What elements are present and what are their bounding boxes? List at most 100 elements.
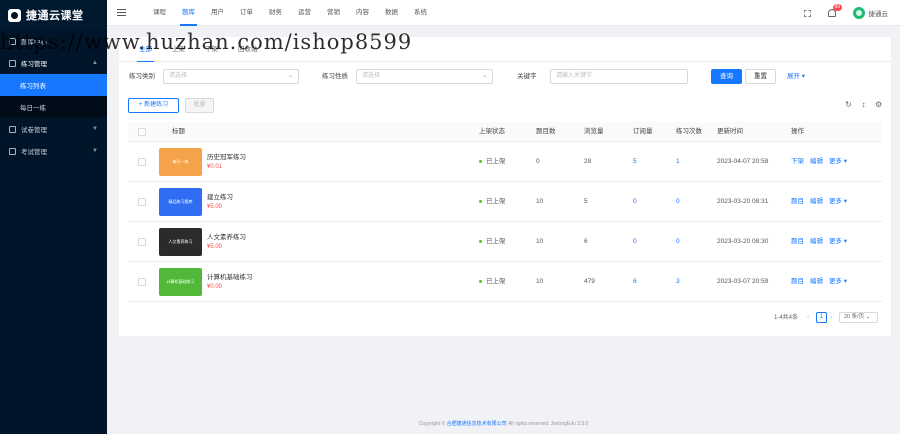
footer: Copyright © 合肥捷通信息技术有限公司 All rights rese… <box>418 421 589 427</box>
sidebar-item-question-bank[interactable]: 题库中心 <box>0 30 107 52</box>
refresh-icon[interactable]: ↻ <box>845 101 852 109</box>
topnav-item-data[interactable]: 数据 <box>377 0 406 26</box>
col-updated: 更新时间 <box>717 128 743 135</box>
tab-on-shelf[interactable]: 上架 <box>162 37 195 61</box>
row-actions: 题目 编辑 更多 ▾ <box>791 182 853 222</box>
status-badge: 已上架 <box>479 182 506 222</box>
filter-bar: 练习类别 请选择 ⌄ 练习性质 请选择 ⌄ 关键字 请输入关键字 查询 重置 展… <box>119 69 891 85</box>
row-practice-count[interactable]: 0 <box>676 222 680 262</box>
topnav-item-marketing[interactable]: 营销 <box>319 0 348 26</box>
topnav-item-orders[interactable]: 订单 <box>232 0 261 26</box>
fullscreen-icon[interactable] <box>803 9 811 17</box>
row-practice-count[interactable]: 0 <box>676 182 680 222</box>
status-badge: 已上架 <box>479 222 506 262</box>
row-views: 479 <box>584 278 595 285</box>
sidebar-item-exams[interactable]: 考试管理 ▼ <box>0 140 107 162</box>
bell-icon[interactable]: 99 <box>827 4 843 17</box>
chevron-up-icon: ▲ <box>92 60 98 66</box>
nature-select[interactable]: 请选择 ⌄ <box>356 69 493 84</box>
action-questions[interactable]: 题目 <box>791 238 804 245</box>
status-badge: 已上架 <box>479 142 506 182</box>
avatar[interactable] <box>852 7 865 19</box>
action-more[interactable]: 更多 ▾ <box>829 238 847 245</box>
row-title[interactable]: 建立练习 <box>207 191 233 201</box>
action-edit[interactable]: 编辑 <box>810 158 823 165</box>
cover-thumbnail[interactable]: 精品练习题库 <box>159 188 202 216</box>
row-checkbox[interactable] <box>138 278 146 286</box>
table-header: 标题 上架状态 题目数 浏览量 订阅量 练习次数 更新时间 操作 <box>128 122 882 142</box>
row-updated: 2023-03-20 08:31 <box>717 198 769 205</box>
row-checkbox[interactable] <box>138 198 146 206</box>
action-more[interactable]: 更多 ▾ <box>829 278 847 285</box>
row-subscriptions[interactable]: 5 <box>633 142 637 182</box>
page-size-select[interactable]: 20 条/页 ⌄ <box>839 312 878 323</box>
pagination: 1-4共4条 ‹ 1 › 20 条/页 ⌄ <box>119 312 891 324</box>
action-questions[interactable]: 题目 <box>791 198 804 205</box>
topnav-item-question-bank[interactable]: 题库 <box>174 0 203 26</box>
topnav-item-content[interactable]: 内容 <box>348 0 377 26</box>
row-practice-count[interactable]: 1 <box>676 142 680 182</box>
practice-table: 标题 上架状态 题目数 浏览量 订阅量 练习次数 更新时间 操作 每日一练 历史… <box>128 122 882 302</box>
expand-link[interactable]: 展开 ▾ <box>783 69 809 84</box>
action-edit[interactable]: 编辑 <box>810 238 823 245</box>
keyword-input[interactable]: 请输入关键字 <box>550 69 688 84</box>
sidebar-item-practice-list[interactable]: 练习列表 <box>0 74 107 96</box>
row-practice-count[interactable]: 3 <box>676 262 680 302</box>
action-more[interactable]: 更多 ▾ <box>829 158 847 165</box>
sidebar-item-daily-practice[interactable]: 每日一练 <box>0 96 107 118</box>
chevron-left-icon[interactable]: ‹ <box>807 312 809 324</box>
company-link[interactable]: 合肥捷通信息技术有限公司 <box>447 421 507 427</box>
row-title[interactable]: 历史冠军练习 <box>207 151 246 161</box>
type-select[interactable]: 请选择 ⌄ <box>163 69 299 84</box>
search-button[interactable]: 查询 <box>711 69 742 84</box>
row-subscriptions[interactable]: 6 <box>633 262 637 302</box>
row-title[interactable]: 人文素养练习 <box>207 231 246 241</box>
logo-icon <box>8 8 21 22</box>
main-card: 全部 上架 下架 回收站 练习类别 请选择 ⌄ 练习性质 请选择 ⌄ 关键字 请… <box>119 37 891 336</box>
folder-icon <box>9 37 16 45</box>
table-row: 每日一练 历史冠军练习 ¥0.01 已上架 0 28 5 1 2023-04-0… <box>128 142 882 182</box>
select-all-checkbox[interactable] <box>138 128 146 136</box>
chevron-down-icon: ▾ <box>801 73 806 80</box>
sidebar-item-practice[interactable]: 练习管理 ▲ <box>0 52 107 74</box>
topnav-item-finance[interactable]: 财务 <box>261 0 290 26</box>
row-updated: 2023-04-07 20:58 <box>717 158 769 165</box>
topnav-item-system[interactable]: 系统 <box>406 0 435 26</box>
reset-button[interactable]: 重置 <box>745 69 776 84</box>
action-questions[interactable]: 题目 <box>791 278 804 285</box>
username[interactable]: 捷通云 <box>869 8 889 18</box>
tab-off-shelf[interactable]: 下架 <box>195 37 228 61</box>
action-more[interactable]: 更多 ▾ <box>829 198 847 205</box>
action-edit[interactable]: 编辑 <box>810 198 823 205</box>
chevron-right-icon[interactable]: › <box>830 312 832 324</box>
sidebar-item-papers[interactable]: 试卷管理 ▼ <box>0 118 107 140</box>
topnav-item-operations[interactable]: 运营 <box>290 0 319 26</box>
add-practice-button[interactable]: + 新建练习 <box>128 98 179 113</box>
col-status: 上架状态 <box>479 128 505 135</box>
cover-thumbnail[interactable]: 人文素养练习 <box>159 228 202 256</box>
menu-fold-icon[interactable] <box>117 9 126 16</box>
topnav-item-course[interactable]: 课程 <box>145 0 174 26</box>
column-height-icon[interactable]: ↕ <box>860 101 867 109</box>
table-row: 人文素养练习 人文素养练习 ¥5.00 已上架 10 6 0 0 2023-03… <box>128 222 882 262</box>
col-views: 浏览量 <box>584 128 604 135</box>
settings-icon[interactable]: ⚙ <box>875 101 882 109</box>
batch-button[interactable]: 批量 <box>185 98 214 113</box>
row-subscriptions[interactable]: 0 <box>633 222 637 262</box>
page-current[interactable]: 1 <box>816 312 827 323</box>
practice-submenu: 练习列表 每日一练 <box>0 74 107 118</box>
brand-logo[interactable]: 捷通云课堂 <box>0 0 107 30</box>
cover-thumbnail[interactable]: 每日一练 <box>159 148 202 176</box>
row-views: 5 <box>584 198 588 205</box>
topnav-item-users[interactable]: 用户 <box>203 0 232 26</box>
row-checkbox[interactable] <box>138 158 146 166</box>
action-edit[interactable]: 编辑 <box>810 278 823 285</box>
tab-recycle-bin[interactable]: 回收站 <box>228 37 268 61</box>
row-subscriptions[interactable]: 0 <box>633 182 637 222</box>
keyword-label: 关键字 <box>517 73 537 80</box>
action-toggle-shelf[interactable]: 下架 <box>791 158 804 165</box>
row-title[interactable]: 计算机基础练习 <box>207 271 253 281</box>
tab-all[interactable]: 全部 <box>129 37 162 62</box>
row-checkbox[interactable] <box>138 238 146 246</box>
cover-thumbnail[interactable]: 计算机基础练习 <box>159 268 202 296</box>
